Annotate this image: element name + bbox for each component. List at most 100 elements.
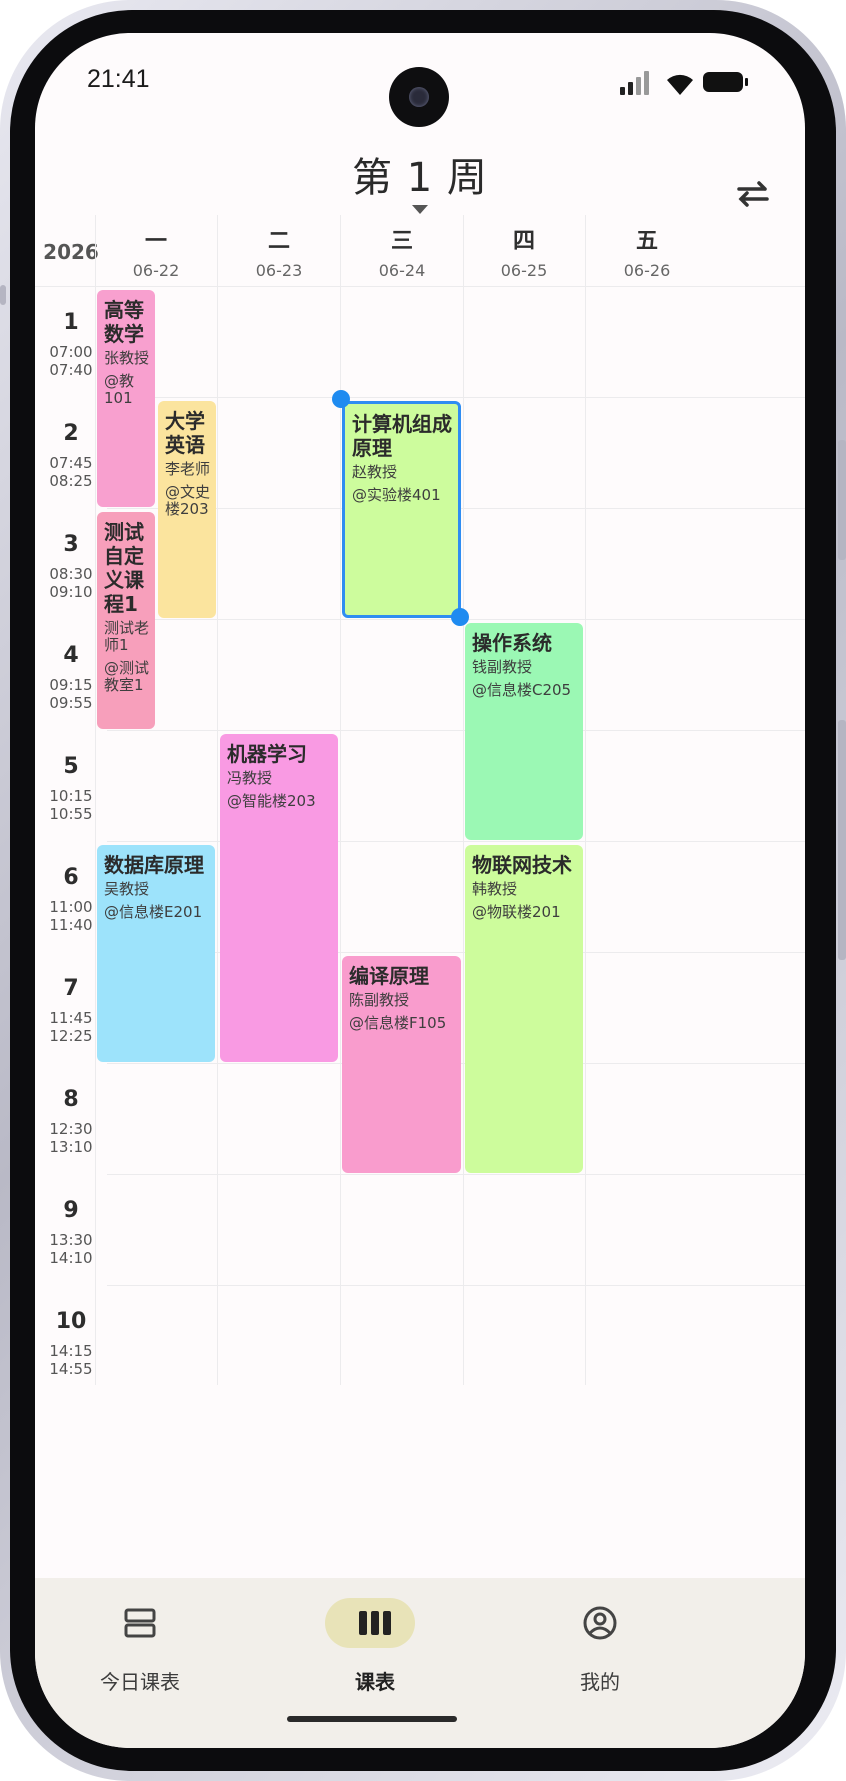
date-label: 06-23: [255, 261, 303, 280]
course-name: 编译原理: [349, 964, 429, 988]
weekday-label: 三: [390, 229, 413, 254]
grid-line: [585, 215, 586, 1385]
period-label: 10 14:15 14:55: [35, 1285, 107, 1378]
period-number: 5: [63, 754, 79, 779]
period-label: 8 12:30 13:10: [35, 1063, 107, 1156]
course-name: 操作系统: [472, 631, 552, 655]
period-number: 9: [63, 1198, 79, 1223]
day-header-tue: 二 06-23: [218, 223, 340, 280]
course-name: 大学英语: [165, 409, 205, 457]
course-teacher: 冯教授: [227, 769, 273, 787]
course-card-selected[interactable]: 计算机组成原理 赵教授 @实验楼401: [342, 401, 461, 618]
period-label: 9 13:30 14:10: [35, 1174, 107, 1267]
swap-icon[interactable]: [735, 176, 771, 212]
period-number: 8: [63, 1087, 79, 1112]
signal-icon: [620, 71, 649, 95]
front-camera: [389, 67, 449, 127]
course-teacher: 测试老师1: [104, 619, 150, 654]
course-room: @信息楼F105: [349, 1014, 447, 1032]
course-name: 测试自定义课程1: [104, 520, 144, 616]
weekday-label: 一: [144, 229, 167, 254]
course-card[interactable]: 操作系统 钱副教授 @信息楼C205: [465, 623, 583, 840]
volume-button: [838, 440, 846, 560]
grid-line: [107, 397, 805, 398]
app-screen: 21:41 第 1 周 2026 一 06-22 二 06-23 三 06-24…: [35, 33, 805, 1748]
week-title[interactable]: 第 1 周: [35, 145, 805, 203]
date-label: 06-22: [132, 261, 180, 280]
tab-today[interactable]: 今日课表: [40, 1598, 240, 1695]
course-name: 计算机组成原理: [352, 412, 452, 460]
course-teacher: 陈副教授: [349, 991, 410, 1009]
course-room: @智能楼203: [227, 792, 316, 810]
period-start: 13:30: [49, 1231, 93, 1249]
tab-schedule[interactable]: 课表: [275, 1598, 475, 1695]
bottom-tab-bar: 今日课表 课表 我的: [35, 1578, 805, 1748]
profile-icon: [583, 1606, 617, 1640]
grid-line: [217, 215, 218, 1385]
course-card[interactable]: 编译原理 陈副教授 @信息楼F105: [342, 956, 461, 1173]
course-card[interactable]: 测试自定义课程1 测试老师1 @测试教室1: [97, 512, 155, 729]
period-end: 10:55: [49, 805, 93, 823]
course-card[interactable]: 物联网技术 韩教授 @物联楼201: [465, 845, 583, 1173]
weekday-label: 四: [512, 229, 535, 254]
course-card[interactable]: 机器学习 冯教授 @智能楼203: [220, 734, 338, 1062]
course-room: @信息楼C205: [472, 681, 572, 699]
date-label: 06-25: [500, 261, 548, 280]
period-label: 5 10:15 10:55: [35, 730, 107, 823]
course-teacher: 张教授: [104, 349, 150, 367]
course-teacher: 钱副教授: [472, 658, 533, 676]
course-room: @教101: [104, 372, 135, 407]
grid-line: [463, 215, 464, 1385]
period-start: 14:15: [49, 1342, 93, 1360]
resize-handle-top[interactable]: [332, 390, 350, 408]
course-card[interactable]: 数据库原理 吴教授 @信息楼E201: [97, 845, 215, 1062]
battery-icon: [703, 72, 748, 92]
weekday-label: 二: [267, 229, 290, 254]
tab-label: 课表: [355, 1670, 395, 1694]
course-card[interactable]: 高等数学 张教授 @教101: [97, 290, 155, 507]
period-end: 14:10: [49, 1249, 93, 1267]
week-dropdown-icon[interactable]: [412, 205, 428, 214]
date-label: 06-24: [378, 261, 426, 280]
course-teacher: 韩教授: [472, 880, 518, 898]
day-header-wed: 三 06-24: [341, 223, 463, 280]
day-header-thu: 四 06-25: [463, 223, 585, 280]
course-name: 机器学习: [227, 742, 307, 766]
power-button: [838, 720, 846, 960]
period-end: 14:55: [49, 1360, 93, 1378]
course-teacher: 吴教授: [104, 880, 150, 898]
grid-line: [107, 1285, 805, 1286]
today-list-icon: [124, 1608, 156, 1638]
wifi-icon: [667, 74, 693, 95]
date-label: 06-26: [623, 261, 671, 280]
period-end: 13:10: [49, 1138, 93, 1156]
course-name: 数据库原理: [104, 853, 204, 877]
period-start: 12:30: [49, 1120, 93, 1138]
course-name: 高等数学: [104, 298, 144, 346]
grid-line: [107, 841, 805, 842]
course-room: @物联楼201: [472, 903, 561, 921]
period-number: 10: [55, 1309, 87, 1334]
tab-label: 今日课表: [100, 1670, 180, 1694]
course-room: @测试教室1: [104, 659, 150, 694]
status-time: 21:41: [87, 65, 150, 93]
course-name: 物联网技术: [472, 853, 572, 877]
grid-line: [107, 730, 805, 731]
day-header-fri: 五 06-26: [586, 223, 708, 280]
weekday-label: 五: [635, 229, 658, 254]
course-room: @实验楼401: [352, 486, 441, 504]
course-room: @文史楼203: [165, 483, 211, 518]
grid-line: [107, 1174, 805, 1175]
tab-label: 我的: [580, 1670, 620, 1694]
resize-handle-bottom[interactable]: [451, 608, 469, 626]
side-notch: [0, 285, 6, 305]
home-indicator[interactable]: [287, 1716, 457, 1722]
day-header-mon: 一 06-22: [95, 223, 217, 280]
course-room: @信息楼E201: [104, 903, 203, 921]
tab-profile[interactable]: 我的: [500, 1598, 700, 1695]
grid-line: [35, 286, 805, 287]
course-teacher: 李老师: [165, 460, 211, 478]
course-teacher: 赵教授: [352, 463, 398, 481]
course-card[interactable]: 大学英语 李老师 @文史楼203: [158, 401, 216, 618]
period-start: 10:15: [49, 787, 93, 805]
